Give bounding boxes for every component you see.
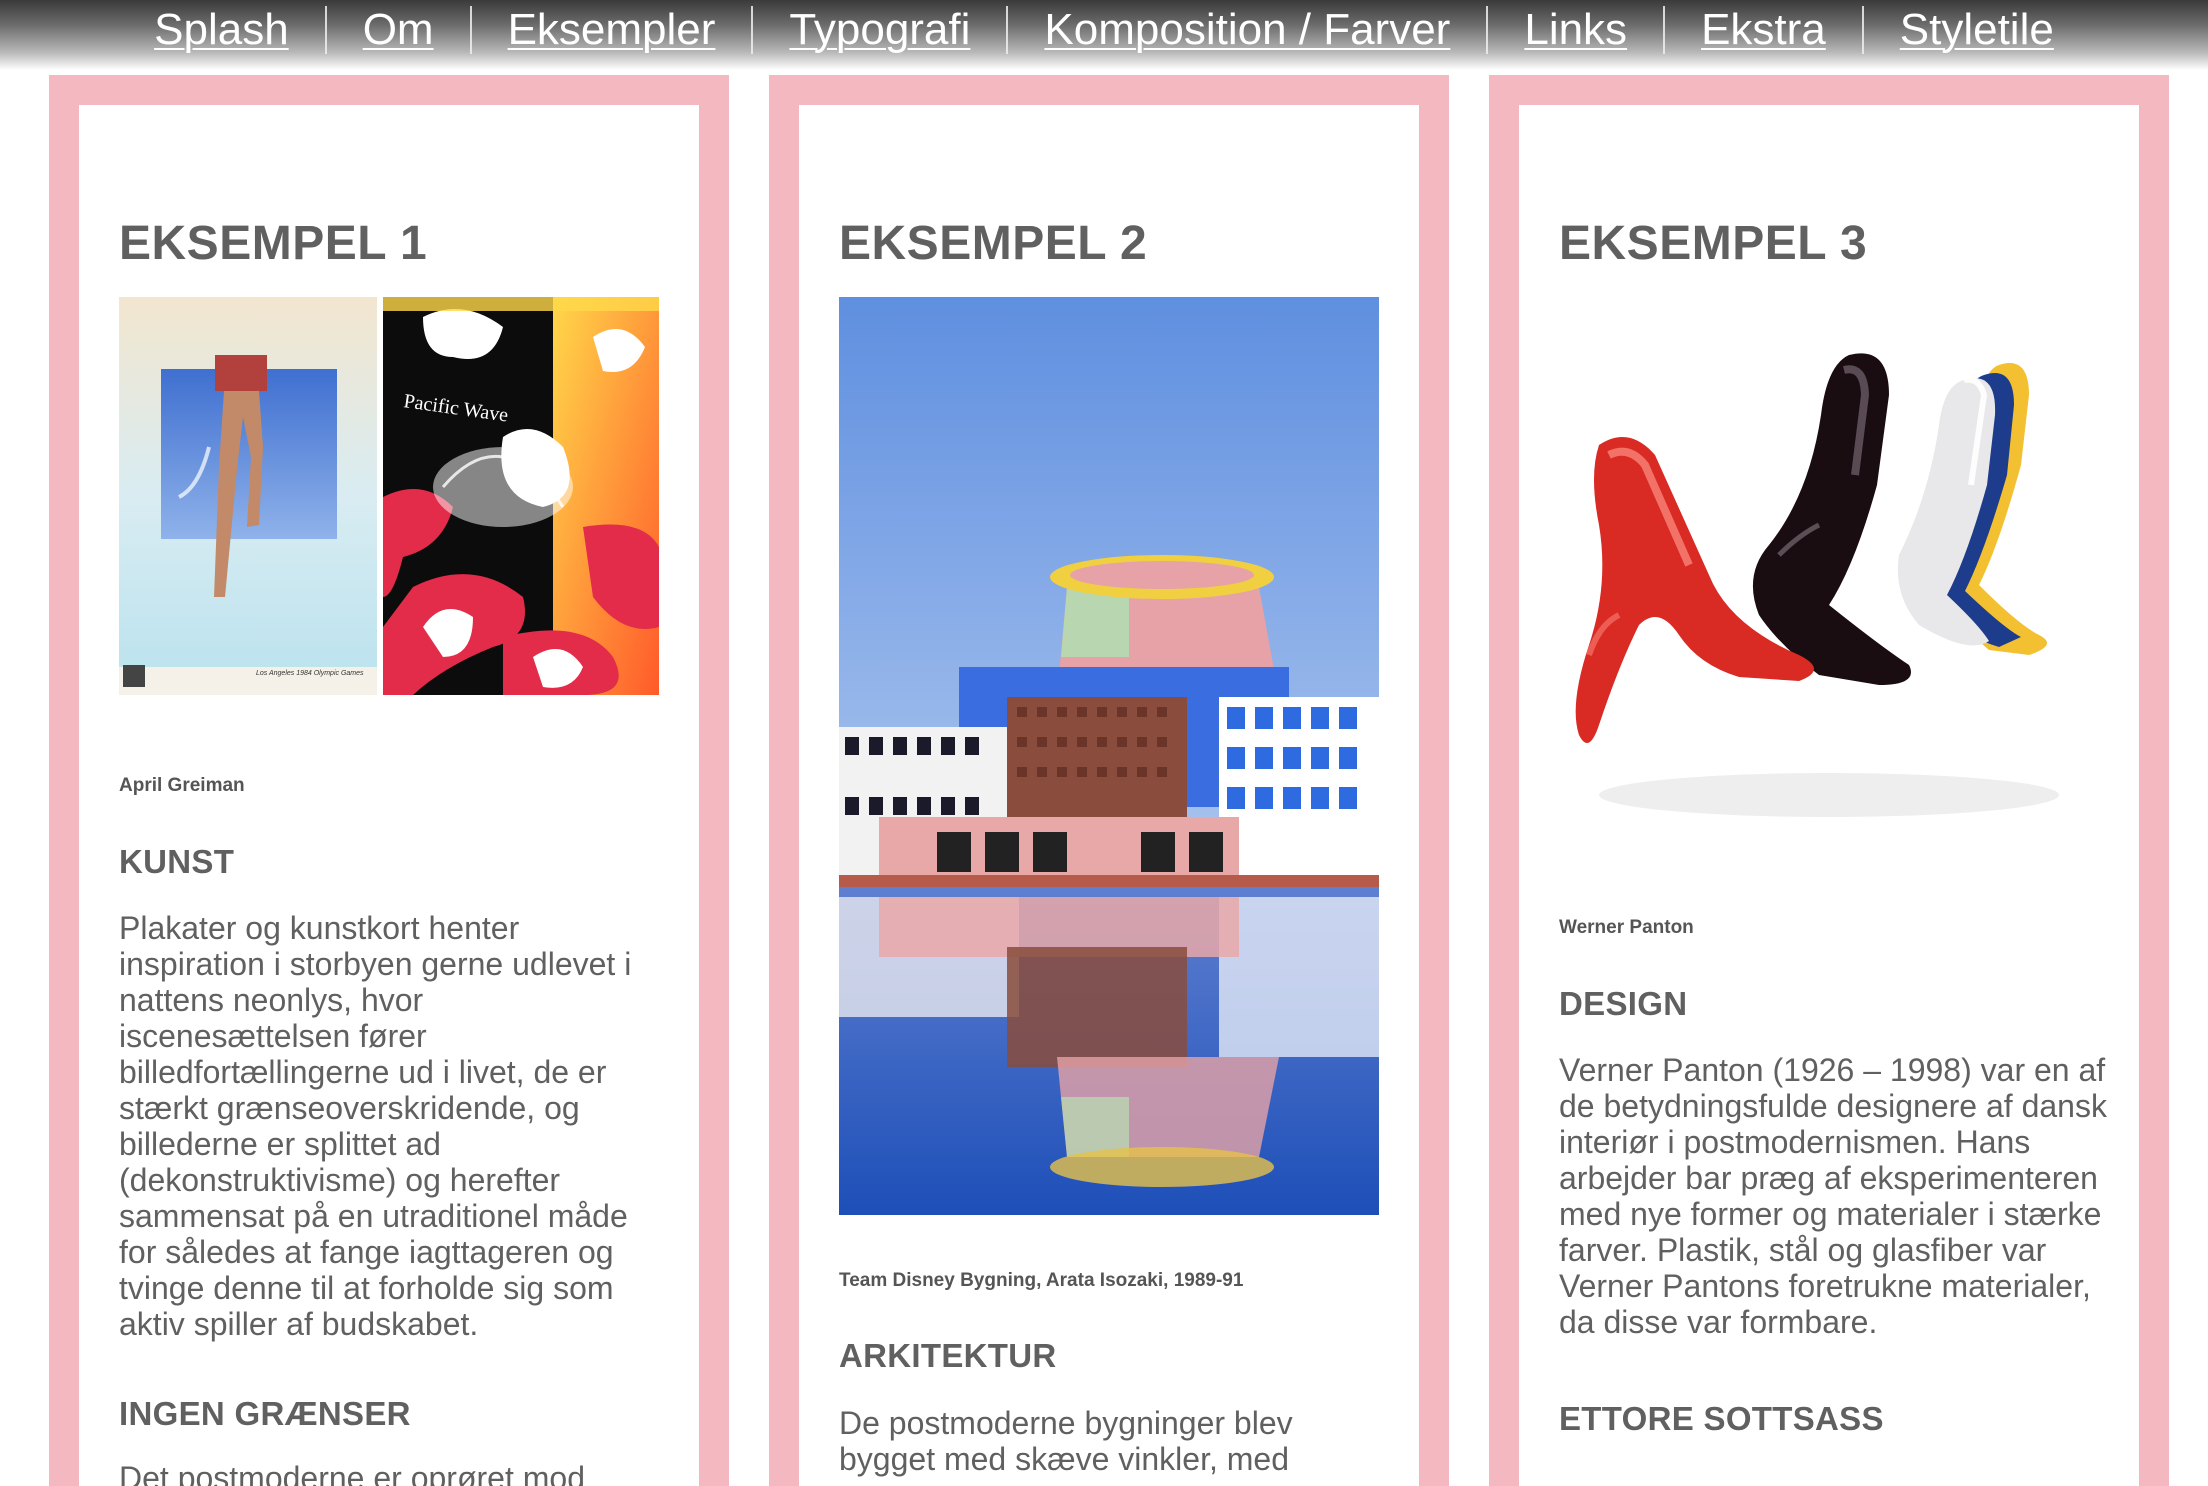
nav-link-links[interactable]: Links [1488,0,1663,60]
image-caption: Werner Panton [1559,917,1694,938]
image-caption: April Greiman [119,775,245,796]
example-title: EKSEMPEL 3 [1559,217,1868,270]
nav-link-om[interactable]: Om [327,0,470,60]
nav-link-splash[interactable]: Splash [118,0,325,60]
section-heading-2: INGEN GRÆNSER [119,1395,411,1432]
main-nav: Splash Om Eksempler Typografi Kompositio… [0,0,2208,70]
example-title: EKSEMPEL 1 [119,217,428,270]
example-column-1: EKSEMPEL 1 Los Angeles 1984 Olympic Game… [49,75,729,1486]
example-column-2: EKSEMPEL 2 Team Disney Bygning, Arata Is… [769,75,1449,1486]
nav-list: Splash Om Eksempler Typografi Kompositio… [118,0,2090,60]
example-title: EKSEMPEL 2 [839,217,1148,270]
section-heading: KUNST [119,843,235,880]
nav-link-eksempler[interactable]: Eksempler [472,0,752,60]
section-body: De postmoderne bygninger blev bygget med… [839,1405,1293,1477]
section-heading: DESIGN [1559,985,1688,1022]
panton-chairs-image [1559,325,2099,835]
section-heading-2: ETTORE SOTTSASS [1559,1400,1884,1437]
image-caption: Team Disney Bygning, Arata Isozaki, 1989… [839,1270,1244,1291]
example-column-3: EKSEMPEL 3 Werner Panton DESIGN Verner P… [1489,75,2169,1486]
greiman-posters-image: Los Angeles 1984 Olympic Games Pacific W… [119,297,659,695]
section-body-2: Det postmoderne er oprøret mod [119,1460,585,1486]
section-body: Verner Panton (1926 – 1998) var en af de… [1559,1052,2107,1340]
example-card-2: EKSEMPEL 2 Team Disney Bygning, Arata Is… [799,105,1419,1486]
team-disney-building-image [839,297,1379,1215]
section-body: Plakater og kunstkort henter inspiration… [119,910,632,1342]
nav-link-ekstra[interactable]: Ekstra [1665,0,1862,60]
nav-link-komposition-farver[interactable]: Komposition / Farver [1008,0,1486,60]
poster-left-text: Los Angeles 1984 Olympic Games [256,670,364,677]
example-card-3: EKSEMPEL 3 Werner Panton DESIGN Verner P… [1519,105,2139,1486]
nav-link-styletile[interactable]: Styletile [1864,0,2090,60]
nav-link-typografi[interactable]: Typografi [753,0,1006,60]
example-card-1: EKSEMPEL 1 Los Angeles 1984 Olympic Game… [79,105,699,1486]
section-heading: ARKITEKTUR [839,1337,1057,1374]
